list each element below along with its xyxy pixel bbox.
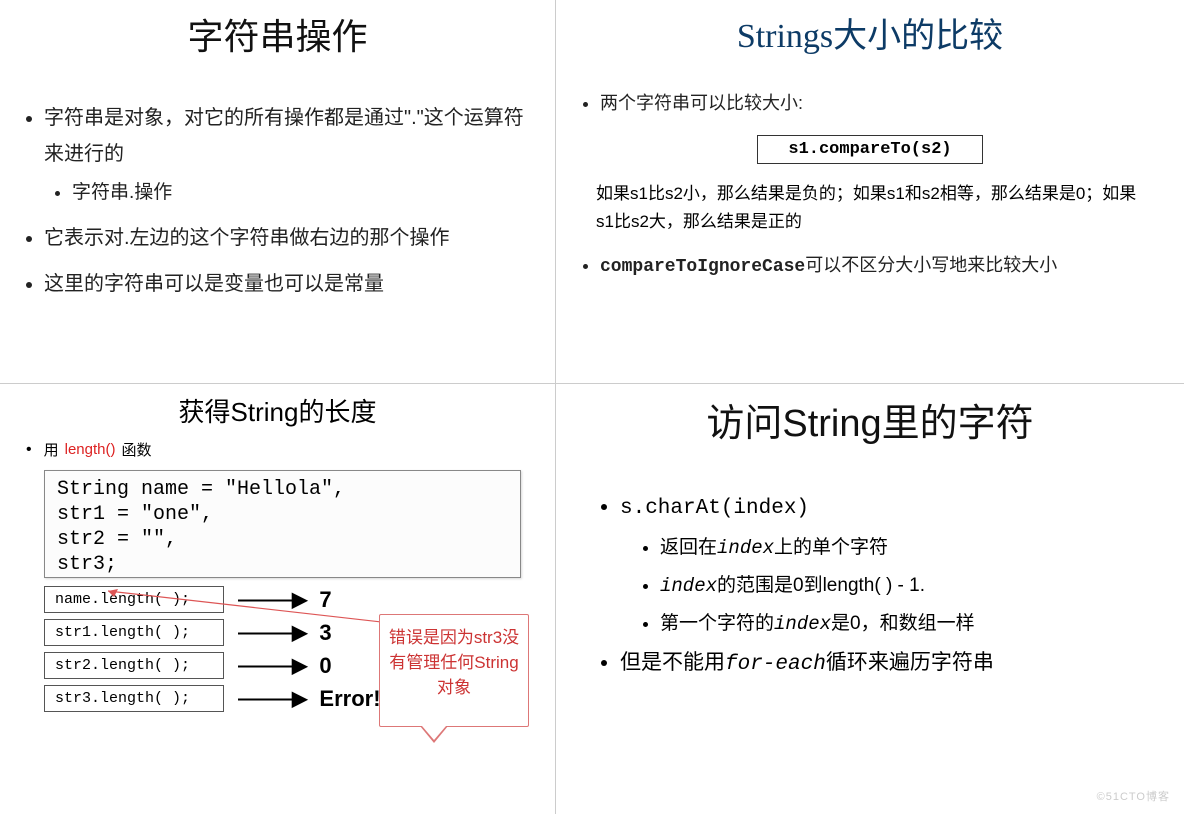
text: 可以不区分大小写地来比较大小 xyxy=(805,255,1057,275)
text: 字符串是对象，对它的所有操作都是通过"."这个运算符来进行的 xyxy=(44,107,524,165)
text: 用 xyxy=(44,439,59,460)
bullet-list: s.charAt(index) 返回在index上的单个字符 index的范围是… xyxy=(576,487,1164,685)
slide-string-charat: 访问String里的字符 s.charAt(index) 返回在index上的单… xyxy=(556,384,1184,814)
bullet-list: 字符串是对象，对它的所有操作都是通过"."这个运算符来进行的 字符串.操作 它表… xyxy=(20,100,535,302)
bullet-item: 它表示对.左边的这个字符串做右边的那个操作 xyxy=(44,220,535,256)
highlight-text: length() xyxy=(65,441,116,458)
slide-string-length: 获得String的长度 用 length() 函数 String name = "… xyxy=(0,384,556,814)
bullet-item: 用 length() 函数 xyxy=(26,439,535,460)
arrow-icon: ———▶ xyxy=(238,653,305,678)
bullet-item: 但是不能用for-each循环来遍历字符串 xyxy=(620,643,1164,685)
code-inline: index xyxy=(774,613,831,635)
result-value: 3 xyxy=(319,620,379,646)
bullet-list: compareToIgnoreCase可以不区分大小写地来比较大小 xyxy=(576,249,1164,283)
code-sample: s1.compareTo(s2) xyxy=(757,135,982,164)
code-inline: s.charAt(index) xyxy=(620,497,809,520)
code-inline: index xyxy=(660,575,717,597)
code-call: name.length( ); xyxy=(44,586,224,613)
text: 但是不能用 xyxy=(620,651,725,674)
text: 是0，和数组一样 xyxy=(831,613,975,634)
text: 上的单个字符 xyxy=(774,537,888,558)
bullet-item: 两个字符串可以比较大小: xyxy=(600,87,1164,119)
bullet-sub-list: 返回在index上的单个字符 index的范围是0到length( ) - 1.… xyxy=(620,529,1164,643)
text: 循环来遍历字符串 xyxy=(826,651,994,674)
code-call: str1.length( ); xyxy=(44,619,224,646)
bullet-sub-item: 返回在index上的单个字符 xyxy=(660,529,1164,567)
bullet-item: compareToIgnoreCase可以不区分大小写地来比较大小 xyxy=(600,249,1164,283)
bullet-item: 这里的字符串可以是变量也可以是常量 xyxy=(44,266,535,302)
code-sample-wrap: s1.compareTo(s2) xyxy=(576,129,1164,170)
length-example-row: name.length( ); ———▶ 7 xyxy=(44,586,535,613)
result-value: 0 xyxy=(319,653,379,679)
slide-title: 获得String的长度 xyxy=(20,392,535,429)
code-call: str2.length( ); xyxy=(44,652,224,679)
code-call: str3.length( ); xyxy=(44,685,224,712)
text: 返回在 xyxy=(660,537,717,558)
explanation-text: 如果s1比s2小，那么结果是负的；如果s1和s2相等，那么结果是0；如果s1比s… xyxy=(596,180,1144,234)
slide-string-operations: 字符串操作 字符串是对象，对它的所有操作都是通过"."这个运算符来进行的 字符串… xyxy=(0,0,556,384)
arrow-icon: ———▶ xyxy=(238,587,305,612)
arrow-icon: ———▶ xyxy=(238,686,305,711)
text: 函数 xyxy=(121,439,151,460)
result-value: 7 xyxy=(319,587,379,613)
watermark: ©51CTO博客 xyxy=(1097,788,1170,804)
code-inline: index xyxy=(717,537,774,559)
bullet-item: 字符串是对象，对它的所有操作都是通过"."这个运算符来进行的 字符串.操作 xyxy=(44,100,535,210)
bullet-item: s.charAt(index) 返回在index上的单个字符 index的范围是… xyxy=(620,487,1164,643)
text: 的范围是0到length( ) - 1. xyxy=(717,575,925,596)
code-block: String name = "Hellola", str1 = "one", s… xyxy=(44,470,521,578)
bullet-list: 两个字符串可以比较大小: xyxy=(576,87,1164,119)
slide-title: 字符串操作 xyxy=(20,8,535,60)
error-callout: 错误是因为str3没有管理任何String对象 xyxy=(379,614,529,727)
text: 第一个字符的 xyxy=(660,613,774,634)
result-value: Error! xyxy=(319,686,380,712)
code-inline: compareToIgnoreCase xyxy=(600,257,805,277)
slide-string-compare: Strings大小的比较 两个字符串可以比较大小: s1.compareTo(s… xyxy=(556,0,1184,384)
bullet-sub-item: index的范围是0到length( ) - 1. xyxy=(660,567,1164,605)
slide-title: Strings大小的比较 xyxy=(576,8,1164,57)
bullet-sub-item: 第一个字符的index是0，和数组一样 xyxy=(660,605,1164,643)
code-inline: for-each xyxy=(725,653,826,676)
slide-title: 访问String里的字符 xyxy=(576,392,1164,447)
arrow-icon: ———▶ xyxy=(238,620,305,645)
bullet-sub-item: 字符串.操作 xyxy=(72,176,535,210)
